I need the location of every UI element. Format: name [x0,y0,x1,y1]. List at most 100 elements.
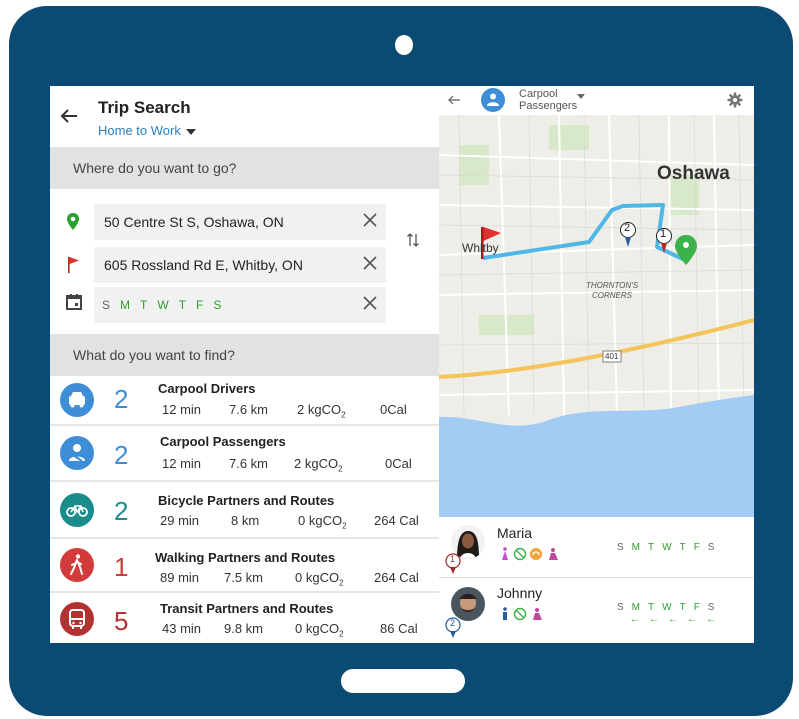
passenger-row-johnny[interactable]: 2 Johnny SMTWTFS ← ← ← ← ← [439,579,754,639]
result-transit[interactable]: 5 Transit Partners and Routes 43 min 9.8… [50,593,439,643]
result-co2: 0 kgCO2 [298,513,347,531]
day-sun[interactable]: S [102,298,110,312]
result-count: 2 [114,496,129,526]
co2-value: 2 kgCO [294,456,339,471]
seat-icon [549,548,558,560]
co2-subscript: 2 [341,410,346,420]
map-marker-1[interactable]: 1 [660,228,666,240]
walking-icon [60,548,94,582]
chevron-down-icon[interactable] [577,94,585,99]
passenger-row-maria[interactable]: 1 Maria SMTWTFS [439,517,754,578]
result-time: 43 min [162,621,202,636]
co2-subscript: 2 [339,578,344,588]
badge-number: 2 [450,618,456,628]
result-carpool-passengers[interactable]: 2 Carpool Passengers 12 min 7.6 km 2 kgC… [50,426,439,482]
back-arrow-icon[interactable] [59,106,79,126]
result-count: 2 [114,384,129,414]
days-field[interactable]: SMTWTFS [94,287,386,323]
co2-subscript: 2 [338,464,343,474]
day-sat: S [707,602,715,613]
map-marker-2[interactable]: 2 [624,222,630,234]
home-button[interactable] [341,669,465,693]
clear-destination-icon[interactable] [362,255,378,271]
origin-field[interactable]: 50 Centre St S, Oshawa, ON [94,204,386,240]
result-time: 89 min [160,570,200,585]
arrow-mon: ← [630,614,640,625]
result-count: 5 [114,606,129,636]
trip-search-panel: Trip Search Home to Work Where do you wa… [50,86,439,643]
day-sat[interactable]: S [213,298,221,312]
highway-shield: 401 [605,352,619,361]
car-icon [60,383,94,417]
co2-value: 0 kgCO [295,621,340,636]
arrow-thu: ← [687,614,697,625]
female-icon [502,547,508,560]
bicycle-icon [60,493,94,527]
bus-icon [60,602,94,636]
swap-icon[interactable] [406,232,420,248]
trip-profile-dropdown[interactable]: Home to Work [98,123,196,138]
day-thu: T [679,542,686,553]
preference-icons [503,607,542,621]
destination-field[interactable]: 605 Rossland Rd E, Whitby, ON [94,247,386,283]
day-sun: S [617,542,624,553]
day-wed: W [662,602,672,613]
co2-value: 0 kgCO [295,570,340,585]
preference-icons [502,547,558,561]
result-title: Carpool Drivers [158,381,256,396]
day-mon[interactable]: M [120,298,130,312]
day-tue[interactable]: T [140,298,147,312]
day-selector[interactable]: SMTWTFS [102,298,231,312]
day-fri: F [693,542,700,553]
passenger-name: Johnny [497,585,543,601]
result-title: Carpool Passengers [160,434,286,449]
page-title: Trip Search [98,98,191,117]
day-wed[interactable]: W [157,298,168,312]
mode-title: Carpool [519,88,558,100]
result-co2: 0 kgCO2 [295,570,344,588]
result-title: Walking Partners and Routes [155,550,336,565]
carpool-header: Carpool Passengers [439,86,754,116]
male-icon [503,607,507,620]
result-time: 29 min [160,513,200,528]
seat-icon [533,608,542,620]
day-fri[interactable]: F [196,298,203,312]
avatar-johnny [451,587,485,621]
result-count: 1 [114,552,129,582]
passenger-mode-icon [481,88,505,112]
map-label-city: Oshawa [657,163,730,184]
result-co2: 2 kgCO2 [297,402,346,420]
map-label-area: THORNTON'S [586,281,639,290]
origin-value: 50 Centre St S, Oshawa, ON [104,214,284,230]
camera [395,35,413,55]
co2-value: 0 kgCO [298,513,343,528]
route-map[interactable]: Oshawa Whitby THORNTON'S CORNERS 401 2 1 [439,115,754,517]
result-distance: 9.8 km [224,621,264,636]
mode-dropdown[interactable]: Carpool Passengers [519,88,577,112]
mode-subtitle: Passengers [519,100,578,112]
direction-arrows: ← ← ← ← ← [630,614,725,625]
passenger-days: SMTWTFS [617,542,722,553]
chevron-down-icon [185,128,196,135]
co2-subscript: 2 [339,629,344,639]
result-co2: 2 kgCO2 [294,456,343,474]
header: Trip Search Home to Work [50,86,439,146]
day-thu[interactable]: T [179,298,186,312]
co2-value: 2 kgCO [297,402,342,417]
result-carpool-drivers[interactable]: 2 Carpool Drivers 12 min 7.6 km 2 kgCO2 … [50,376,439,426]
trip-profile-label: Home to Work [98,123,181,138]
passenger-name: Maria [497,525,533,541]
result-walking[interactable]: 1 Walking Partners and Routes 89 min 7.5… [50,539,439,593]
day-thu: T [679,602,686,613]
music-icon [530,548,542,560]
gear-icon[interactable] [727,92,743,108]
co2-subscript: 2 [342,521,347,531]
clear-origin-icon[interactable] [362,212,378,228]
calendar-icon [66,294,82,310]
clear-days-icon[interactable] [362,295,378,311]
map-label-area-2: CORNERS [592,291,633,300]
day-mon: M [631,542,641,553]
passenger-days: SMTWTFS [617,602,722,613]
result-bicycle[interactable]: 2 Bicycle Partners and Routes 29 min 8 k… [50,482,439,539]
back-arrow-icon[interactable] [447,94,461,106]
